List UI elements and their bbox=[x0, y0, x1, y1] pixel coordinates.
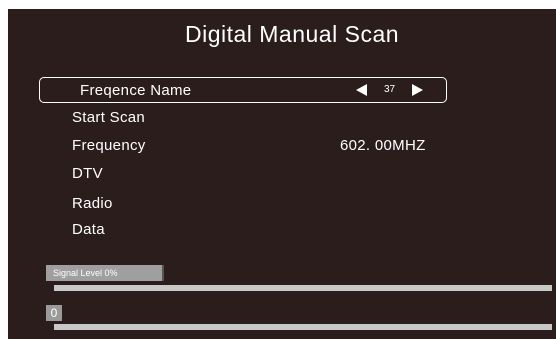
dtv-item[interactable]: DTV bbox=[72, 165, 103, 182]
frequency-item[interactable]: Frequency bbox=[72, 137, 146, 154]
triangle-left-icon[interactable] bbox=[356, 84, 367, 96]
triangle-right-icon[interactable] bbox=[412, 84, 423, 96]
frequency-value: 602. 00MHZ bbox=[340, 137, 426, 154]
start-scan-item[interactable]: Start Scan bbox=[72, 109, 145, 126]
freqence-name-row[interactable]: Freqence Name 37 bbox=[39, 77, 447, 103]
signal-level-bar bbox=[54, 285, 552, 291]
radio-item[interactable]: Radio bbox=[72, 195, 113, 212]
data-item[interactable]: Data bbox=[72, 221, 105, 238]
progress-value: 0 bbox=[46, 305, 62, 321]
freqence-name-value: 37 bbox=[384, 84, 396, 95]
page-title: Digital Manual Scan bbox=[184, 21, 400, 47]
scan-screen: Digital Manual Scan Freqence Name 37 Sta… bbox=[8, 9, 556, 339]
signal-level-label: Signal Level 0% bbox=[46, 265, 164, 281]
freqence-name-label: Freqence Name bbox=[80, 82, 192, 99]
scan-progress-bar bbox=[54, 324, 552, 330]
